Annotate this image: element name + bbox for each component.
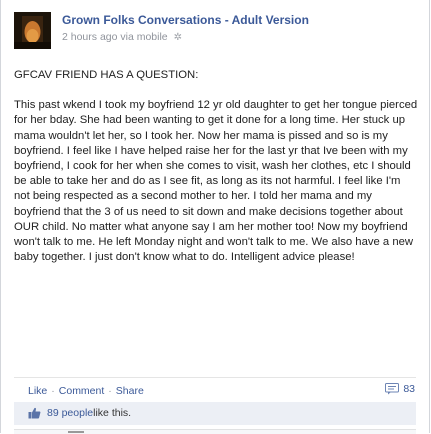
post-meta: 2 hours ago via mobile ✲	[62, 31, 182, 43]
divider	[14, 377, 416, 378]
post-card: Grown Folks Conversations - Adult Versio…	[0, 0, 430, 434]
post-message: GFCAV FRIEND HAS A QUESTION: This past w…	[14, 68, 419, 265]
post-body-text: This past wkend I took my boyfriend 12 y…	[14, 99, 418, 264]
comment-count-value: 83	[403, 383, 415, 395]
likes-summary: 89 people like this.	[28, 407, 131, 419]
action-separator: ·	[108, 385, 112, 397]
thumbs-up-icon	[28, 407, 41, 419]
action-separator: ·	[51, 385, 55, 397]
page-avatar[interactable]	[14, 12, 51, 49]
gear-icon[interactable]: ✲	[174, 32, 182, 43]
next-item-edge	[14, 429, 416, 434]
comment-bubble-icon	[385, 383, 400, 395]
likes-count-link[interactable]: 89 people	[47, 407, 93, 419]
page-name-link[interactable]: Grown Folks Conversations - Adult Versio…	[62, 13, 309, 27]
comment-link[interactable]: Comment	[59, 385, 105, 397]
post-timestamp[interactable]: 2 hours ago via mobile	[62, 31, 168, 43]
likes-suffix: like this.	[93, 407, 132, 419]
comment-count[interactable]: 83	[385, 383, 415, 395]
share-link[interactable]: Share	[116, 385, 144, 397]
post-actions: Like · Comment · Share	[28, 385, 144, 397]
like-link[interactable]: Like	[28, 385, 47, 397]
post-question-line: GFCAV FRIEND HAS A QUESTION:	[14, 69, 199, 81]
